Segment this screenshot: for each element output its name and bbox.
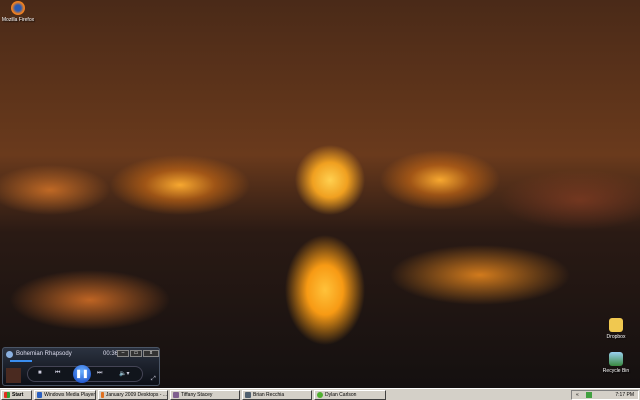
- wmp-logo-icon: [6, 351, 13, 358]
- desktop-wallpaper: [0, 0, 640, 388]
- system-tray: « 7:17 PM: [571, 390, 639, 400]
- taskbar-item-label: Tiffany Stacey: [181, 392, 213, 398]
- chat-icon: [173, 392, 179, 398]
- pause-button[interactable]: ❚❚: [73, 365, 91, 383]
- expand-icon[interactable]: ⤢: [151, 376, 156, 383]
- track-title: Bohemian Rhapsody: [16, 351, 72, 357]
- taskbar-item-label: Dylan Carlson: [325, 392, 357, 398]
- recycle-bin-icon: [609, 352, 623, 366]
- restore-button[interactable]: ▭: [130, 350, 142, 357]
- close-button[interactable]: x: [143, 350, 159, 357]
- seek-bar[interactable]: [10, 360, 32, 362]
- desktop-icon-recycle-bin[interactable]: Recycle Bin: [594, 352, 638, 374]
- taskbar-item-firefox[interactable]: January 2009 Desktops - ...: [98, 390, 168, 400]
- minimize-button[interactable]: –: [117, 350, 129, 357]
- chat-icon: [317, 392, 323, 398]
- start-button[interactable]: Start: [1, 390, 32, 400]
- icon-label: Dropbox: [606, 334, 626, 340]
- taskbar-item-label: Brian Recchia: [253, 392, 285, 398]
- network-icon[interactable]: [586, 392, 592, 398]
- start-label: Start: [12, 392, 24, 398]
- taskbar-item-label: Windows Media Player: [44, 392, 95, 398]
- windows-logo-icon: [4, 392, 10, 398]
- tray-icon[interactable]: «: [576, 391, 579, 399]
- desktop-icon-firefox[interactable]: Mozilla Firefox: [0, 1, 40, 23]
- volume-button[interactable]: 🔈▾: [119, 370, 129, 377]
- firefox-icon: [101, 392, 104, 398]
- next-button[interactable]: ⏭: [97, 370, 102, 377]
- track-time: 00:36: [103, 351, 119, 357]
- previous-button[interactable]: ⏮: [55, 370, 60, 377]
- album-art: [6, 368, 21, 383]
- taskbar-item-wmp[interactable]: Windows Media Player: [34, 390, 96, 400]
- icon-label: Mozilla Firefox: [1, 17, 35, 23]
- media-player-mini: Bohemian Rhapsody 00:36 – ▭ x ■ ⏮ ❚❚ ⏭ 🔈…: [2, 347, 160, 386]
- taskbar-item-brian[interactable]: Brian Recchia: [242, 390, 312, 400]
- taskbar-item-dylan[interactable]: Dylan Carlson: [314, 390, 386, 400]
- taskbar-item-label: January 2009 Desktops - ...: [105, 392, 167, 398]
- folder-icon: [609, 318, 623, 332]
- icon-label: Recycle Bin: [602, 368, 630, 374]
- taskbar: Start Windows Media Player January 2009 …: [0, 388, 640, 400]
- stop-button[interactable]: ■: [38, 370, 42, 376]
- chat-icon: [245, 392, 251, 398]
- firefox-icon: [11, 1, 25, 15]
- wmp-icon: [37, 392, 43, 398]
- taskbar-item-tiffany[interactable]: Tiffany Stacey: [170, 390, 240, 400]
- clock[interactable]: 7:17 PM: [615, 392, 634, 398]
- desktop-icon-dropbox[interactable]: Dropbox: [594, 318, 638, 340]
